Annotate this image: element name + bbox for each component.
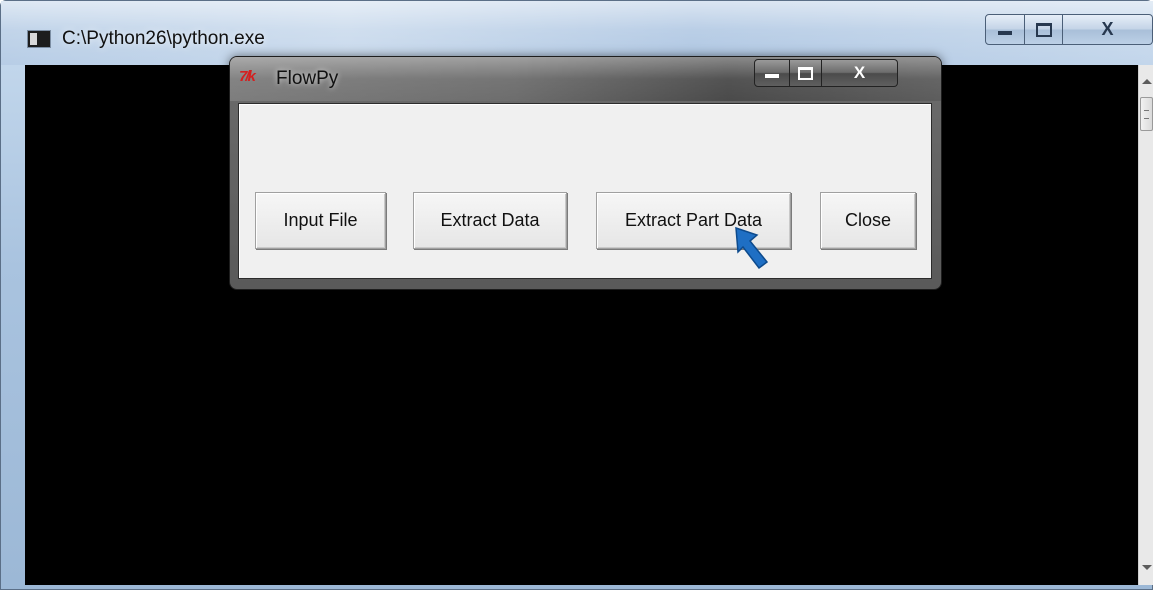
flowpy-close-button[interactable]: X xyxy=(822,59,898,87)
close-button[interactable]: Close xyxy=(820,192,916,249)
mouse-pointer-icon xyxy=(735,226,769,270)
input-file-button[interactable]: Input File xyxy=(255,192,386,249)
tk-feather-icon: 7/k xyxy=(239,68,256,85)
console-vertical-scrollbar[interactable] xyxy=(1138,65,1153,585)
maximize-icon xyxy=(1035,22,1052,37)
flowpy-titlebar[interactable]: 7/k FlowPy X xyxy=(230,57,941,101)
flowpy-caption-buttons: X xyxy=(754,59,936,87)
console-maximize-button[interactable] xyxy=(1025,14,1063,45)
flowpy-maximize-button[interactable] xyxy=(790,59,822,87)
flowpy-minimize-button[interactable] xyxy=(754,59,790,87)
minimize-icon xyxy=(765,74,779,78)
console-minimize-button[interactable] xyxy=(985,14,1025,45)
flowpy-title: FlowPy xyxy=(276,68,339,89)
console-app-icon xyxy=(27,30,51,48)
scroll-up-arrow-icon[interactable] xyxy=(1142,79,1152,84)
scrollbar-thumb[interactable] xyxy=(1140,97,1153,131)
extract-data-button[interactable]: Extract Data xyxy=(413,192,567,249)
flowpy-client-area: Input File Extract Data Extract Part Dat… xyxy=(238,103,932,279)
close-icon: X xyxy=(1101,19,1114,39)
console-close-button[interactable]: X xyxy=(1063,14,1153,45)
minimize-icon xyxy=(998,30,1012,35)
console-caption-buttons: X xyxy=(985,14,1153,45)
maximize-icon xyxy=(798,66,813,80)
close-icon: X xyxy=(853,63,866,82)
console-title: C:\Python26\python.exe xyxy=(62,28,265,49)
flowpy-window: 7/k FlowPy X Input File Extract Data Ext… xyxy=(229,56,942,290)
scroll-down-arrow-icon[interactable] xyxy=(1142,565,1152,570)
